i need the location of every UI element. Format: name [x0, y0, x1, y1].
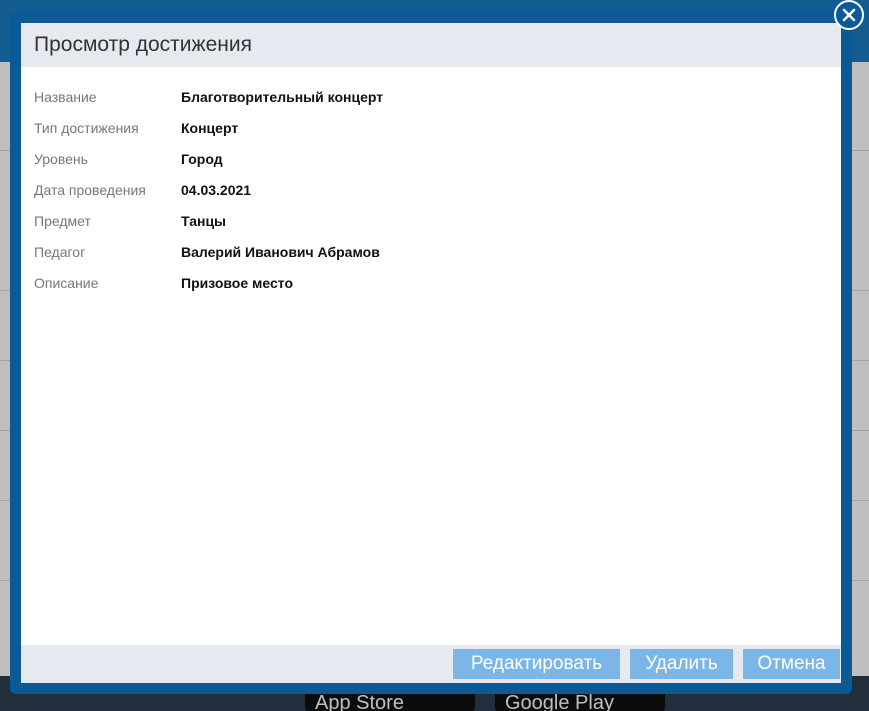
edit-button[interactable]: Редактировать [453, 649, 620, 679]
modal-footer: Редактировать Удалить Отмена [21, 645, 841, 683]
field-row-type: Тип достижения Концерт [34, 112, 841, 144]
field-row-teacher: Педагог Валерий Иванович Абрамов [34, 236, 841, 268]
field-label: Описание [34, 275, 99, 291]
field-row-date: Дата проведения 04.03.2021 [34, 174, 841, 206]
field-label: Тип достижения [34, 120, 139, 136]
field-label: Дата проведения [34, 182, 146, 198]
field-value: Благотворительный концерт [181, 89, 384, 105]
field-row-subject: Предмет Танцы [34, 205, 841, 237]
field-value: Валерий Иванович Абрамов [181, 244, 380, 260]
cancel-button[interactable]: Отмена [743, 649, 840, 679]
field-value: Призовое место [181, 275, 293, 291]
modal-title: Просмотр достижения [34, 33, 252, 56]
achievement-view-modal: Просмотр достижения Название Благотворит… [10, 12, 852, 694]
modal-body: Название Благотворительный концерт Тип д… [21, 67, 841, 299]
field-label: Педагог [34, 244, 86, 260]
delete-button[interactable]: Удалить [630, 649, 733, 679]
field-value: Город [181, 151, 223, 167]
field-label: Название [34, 89, 97, 105]
field-label: Уровень [34, 151, 88, 167]
field-row-level: Уровень Город [34, 143, 841, 175]
field-row-description: Описание Призовое место [34, 267, 841, 299]
field-value: Концерт [181, 120, 239, 136]
field-row-name: Название Благотворительный концерт [34, 81, 841, 113]
modal-titlebar: Просмотр достижения [21, 23, 841, 67]
close-button[interactable] [834, 0, 864, 30]
field-value: 04.03.2021 [181, 182, 252, 198]
field-value: Танцы [181, 213, 227, 229]
modal-content: Просмотр достижения Название Благотворит… [21, 23, 841, 683]
close-icon [842, 8, 856, 22]
field-label: Предмет [34, 213, 91, 229]
